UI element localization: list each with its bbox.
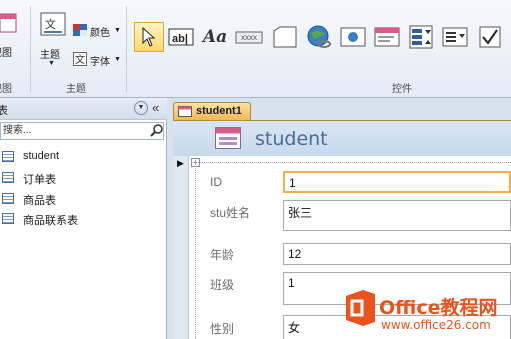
textbox-button[interactable]: ab| <box>166 22 196 52</box>
colors-dropdown-icon[interactable]: ▼ <box>114 27 121 34</box>
svg-text:XXXX: XXXX <box>241 36 257 42</box>
field-label-class: 班级 <box>210 278 235 292</box>
tab-control-icon <box>273 26 297 48</box>
field-label-name: stu姓名 <box>210 206 251 220</box>
fonts-dropdown-icon[interactable]: ▼ <box>114 56 121 63</box>
record-selector[interactable]: ▶ <box>173 156 189 339</box>
group-separator <box>126 6 127 92</box>
nav-pane-title-fragment: 表 <box>0 105 8 117</box>
web-browser-icon <box>340 27 366 47</box>
nav-item-label: 订单表 <box>23 174 56 186</box>
nav-item-label: 商品联系表 <box>23 215 78 227</box>
svg-text:ab|: ab| <box>172 33 188 45</box>
theme-dropdown-icon[interactable]: ▼ <box>48 60 55 67</box>
office-logo-icon <box>343 288 377 331</box>
web-browser-button[interactable] <box>338 22 368 52</box>
watermark: Office教程网 www.office26.com <box>341 286 511 339</box>
field-label-id: ID <box>210 175 222 189</box>
label-aa-icon: Aa <box>202 27 228 47</box>
field-input-name[interactable]: 张三 <box>283 200 511 231</box>
tab-control-button[interactable] <box>270 22 300 52</box>
table-icon <box>2 151 14 162</box>
nav-item-student[interactable]: student <box>0 147 165 167</box>
nav-search-input[interactable]: 搜索... <box>0 122 164 140</box>
label-button[interactable]: Aa <box>200 22 230 52</box>
hyperlink-globe-icon <box>307 25 331 48</box>
watermark-brand: Office教程网 <box>379 297 498 319</box>
view-button-label[interactable]: 视图 <box>0 44 12 59</box>
form-title: student <box>255 128 328 150</box>
current-record-arrow-icon: ▶ <box>177 158 184 168</box>
select-pointer-button[interactable] <box>134 22 164 52</box>
table-icon <box>2 172 14 183</box>
svg-text:文: 文 <box>75 53 85 66</box>
nav-pane-header[interactable]: 表 ▼ « <box>0 98 167 120</box>
list-box-button[interactable] <box>440 22 470 52</box>
nav-item-product-relations[interactable]: 商品联系表 <box>0 209 165 229</box>
search-icon[interactable] <box>150 123 164 140</box>
tab-label: student1 <box>196 105 242 117</box>
navigation-pane: 表 ▼ « 搜索... student 订单表 商品表 商品联系表 <box>0 98 167 339</box>
theme-icon[interactable]: 文 <box>40 12 66 40</box>
view-icon[interactable] <box>0 12 18 34</box>
fonts-button[interactable]: 字体 <box>90 53 110 68</box>
checkbox-icon <box>479 26 501 48</box>
shutter-bar-collapse-icon[interactable]: « <box>152 100 159 115</box>
option-group-icon <box>409 25 433 49</box>
nav-item-label: 商品表 <box>23 195 56 207</box>
checkbox-control-button[interactable] <box>476 22 506 52</box>
watermark-url: www.office26.com <box>381 318 491 332</box>
theme-button-label[interactable]: 主题 <box>40 46 60 61</box>
controls-group-label: 控件 <box>392 84 412 95</box>
hyperlink-button[interactable] <box>304 22 334 52</box>
ribbon: 视图 视图 文 主题 ▼ 颜色 ▼ 文 字体 ▼ 主题 ab| Aa XXXX <box>0 0 511 98</box>
theme-group-label: 主题 <box>66 84 86 95</box>
nav-item-label: student <box>23 150 60 162</box>
form-tab-icon <box>178 106 192 120</box>
command-button-icon: XXXX <box>235 31 263 44</box>
group-separator <box>30 6 31 92</box>
form-logo-icon <box>215 127 241 152</box>
form-header: student <box>173 120 511 156</box>
table-icon <box>2 193 14 204</box>
tab-student1[interactable]: student1 <box>173 102 251 120</box>
field-input-id[interactable]: 1 <box>283 171 511 193</box>
list-box-icon <box>442 27 468 47</box>
svg-text:文: 文 <box>45 17 56 31</box>
field-label-gender: 性别 <box>210 322 235 336</box>
table-icon <box>2 213 14 224</box>
nav-item-orders[interactable]: 订单表 <box>0 168 165 188</box>
colors-icon <box>73 24 87 36</box>
navigation-control-icon <box>374 27 400 47</box>
view-group-label: 视图 <box>0 84 12 95</box>
option-group-button[interactable] <box>406 22 436 52</box>
nav-item-products[interactable]: 商品表 <box>0 189 165 209</box>
navigation-control-button[interactable] <box>372 22 402 52</box>
colors-button[interactable]: 颜色 <box>90 24 110 39</box>
button-control-button[interactable]: XXXX <box>234 22 264 52</box>
field-input-age[interactable]: 12 <box>283 243 511 265</box>
textbox-icon: ab| <box>168 28 194 46</box>
fonts-icon: 文 <box>73 52 87 66</box>
pointer-icon <box>142 27 156 47</box>
nav-menu-dropdown-icon[interactable]: ▼ <box>134 101 148 115</box>
field-label-age: 年龄 <box>210 248 235 262</box>
